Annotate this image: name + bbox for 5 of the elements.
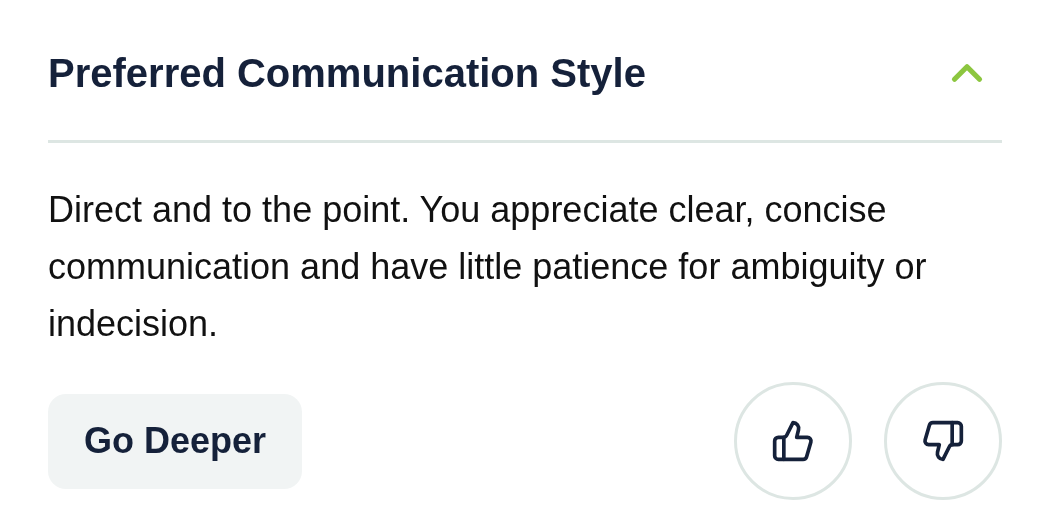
thumbs-down-icon [921,419,965,463]
description-text: Direct and to the point. You appreciate clear, concise communication and have little patience for ambiguity or indecision. [48,188,928,346]
thumbs-up-icon [771,419,815,463]
go-deeper-button[interactable]: Go Deeper [48,393,303,489]
section-title: Preferred Communication Style [48,50,646,96]
